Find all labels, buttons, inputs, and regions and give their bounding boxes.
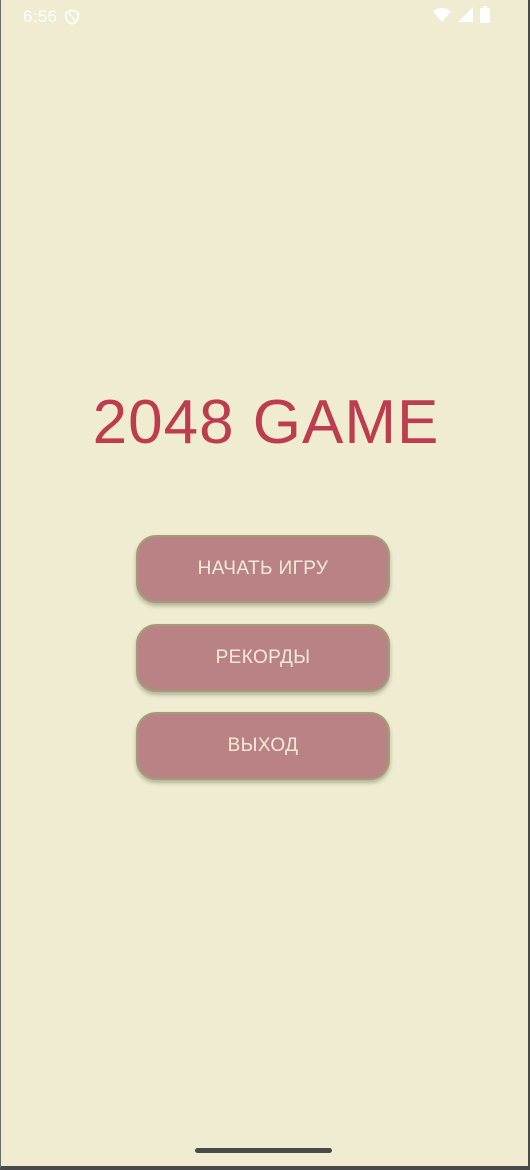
start-game-button[interactable]: НАЧАТЬ ИГРУ [136,535,390,603]
app-screen: 6:56 2048 GAME НАЧАТЬ ИГРУ РЕКОРДЫ ВЫХОД [0,0,530,1170]
game-title: 2048 GAME [92,388,440,457]
home-indicator[interactable] [195,1148,332,1153]
status-bar: 6:56 [1,0,528,34]
status-icons [433,6,490,28]
wifi-icon [433,7,451,27]
shield-icon [65,9,79,25]
records-button[interactable]: РЕКОРДЫ [136,624,390,692]
exit-button[interactable]: ВЫХОД [136,712,390,780]
battery-icon [480,6,490,28]
status-time: 6:56 [23,7,58,26]
cell-signal-icon [458,7,473,27]
